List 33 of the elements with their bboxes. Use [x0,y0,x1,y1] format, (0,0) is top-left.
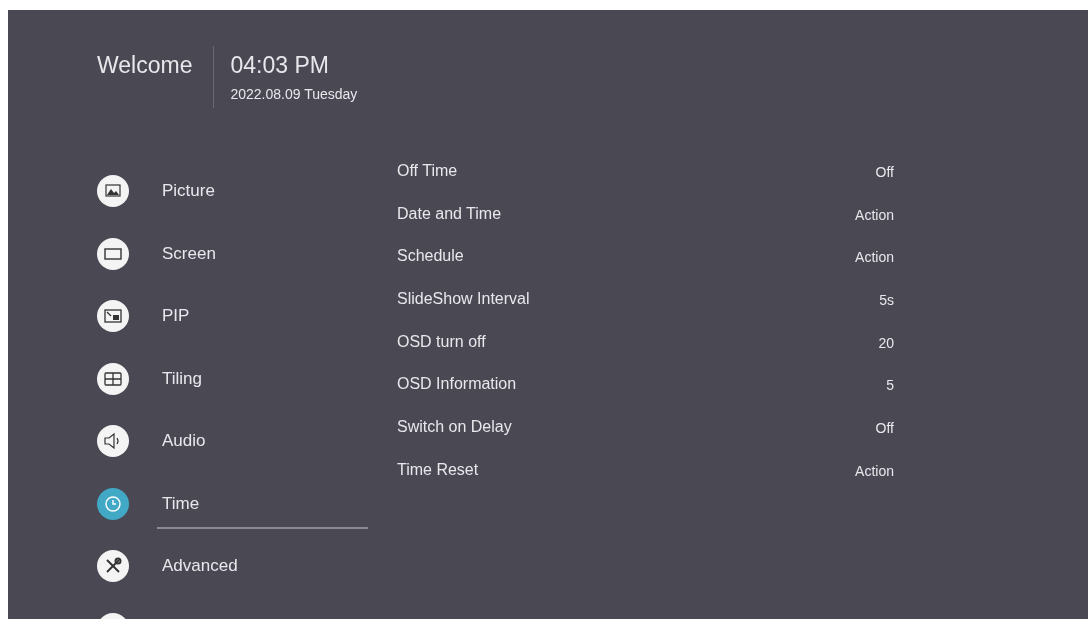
welcome-title: Welcome [97,52,193,79]
setting-label[interactable]: OSD Information [397,375,517,394]
time-icon[interactable] [97,487,129,520]
screen-icon[interactable] [97,237,129,270]
menu-item[interactable]: Screen [162,243,216,264]
setting-value: Off [875,420,894,437]
picture-icon[interactable] [97,175,129,208]
audio-icon[interactable] [97,425,129,458]
setting-value: 5 [886,377,894,394]
setting-label[interactable]: Off Time [397,162,458,180]
setting-value: Off [875,164,894,180]
menu-item[interactable]: Time [162,493,200,514]
menu-item[interactable]: Tiling [162,368,202,389]
setting-value: Action [855,462,894,479]
menu-item[interactable]: Audio [162,431,206,452]
menu-item[interactable]: PIP [162,306,190,327]
setting-value: Action [855,206,894,223]
setting-label[interactable]: Schedule [397,247,464,266]
setting-value: 20 [878,334,894,351]
tiling-icon[interactable] [97,362,129,395]
setting-value: 5s [879,292,894,309]
clock-date: 2022.08.09 Tuesday [230,86,358,102]
setting-label[interactable]: Time Reset [397,460,479,479]
setting-label[interactable]: OSD turn off [397,332,486,351]
setting-label[interactable]: SlideShow Interval [397,290,530,309]
setting-label[interactable]: Switch on Delay [397,418,512,437]
clock-time: 04:03 PM [230,52,330,79]
setting-value: Action [855,249,894,266]
advanced-icon[interactable] [97,550,129,583]
setting-label[interactable]: Date and Time [397,204,502,223]
menu-item[interactable]: Advanced [162,556,238,577]
menu-item[interactable]: Picture [162,181,215,202]
pip-icon[interactable] [97,300,129,333]
